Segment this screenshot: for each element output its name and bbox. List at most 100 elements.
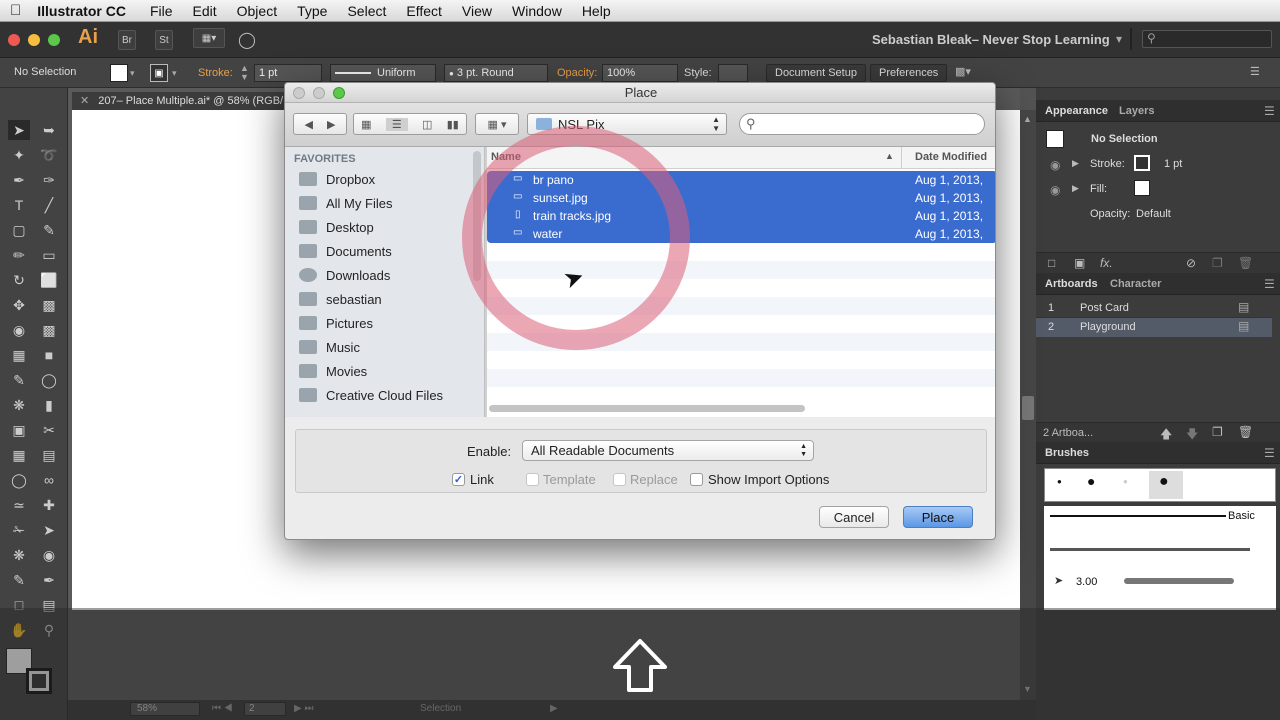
replace-label[interactable]: Replace: [630, 472, 678, 487]
scissors-tool-icon[interactable]: ✁: [8, 520, 30, 540]
stroke-chevron-icon[interactable]: ▾: [172, 68, 177, 79]
basic-brush-stroke[interactable]: [1050, 515, 1226, 517]
dialog-close-button[interactable]: [293, 87, 305, 99]
curvature-tool-icon[interactable]: ✑: [38, 170, 60, 190]
panel-menu-icon[interactable]: ☰: [1264, 104, 1275, 118]
enable-format-select[interactable]: All Readable Documents ▲ ▼: [522, 440, 814, 461]
coverflow-view-icon[interactable]: ▮▮: [447, 118, 459, 131]
workspace-switcher[interactable]: Sebastian Bleak– Never Stop Learning: [872, 32, 1110, 47]
add-effect-icon[interactable]: fx.: [1100, 256, 1113, 270]
sidebar-item-downloads[interactable]: Downloads: [299, 263, 390, 287]
width-tool-icon[interactable]: ✥: [8, 295, 30, 315]
sidebar-item-sebastian[interactable]: sebastian: [299, 287, 382, 311]
fill-swatch[interactable]: [110, 64, 128, 82]
knife-tool-icon[interactable]: ✎: [8, 570, 30, 590]
delete-item-icon[interactable]: 🗑: [1238, 256, 1253, 270]
appearance-fill-label[interactable]: Fill:: [1090, 183, 1107, 195]
warp-tool-icon[interactable]: ❋: [8, 545, 30, 565]
artboard-tool-icon[interactable]: ▣: [8, 420, 30, 440]
ellipse-tool-icon[interactable]: ◯: [8, 470, 30, 490]
finder-search-input[interactable]: ⚲: [739, 113, 985, 135]
cancel-button[interactable]: Cancel: [819, 506, 889, 528]
panel-menu-icon[interactable]: ☰: [1264, 277, 1275, 291]
delete-artboard-icon[interactable]: 🗑: [1238, 425, 1253, 439]
magic-wand-tool-icon[interactable]: ✦: [8, 145, 30, 165]
opacity-field[interactable]: 100%: [602, 64, 678, 82]
artboard-options-icon[interactable]: ▤: [1238, 319, 1249, 333]
workspace-chevron-icon[interactable]: ▾: [1116, 32, 1122, 46]
scale-tool-icon[interactable]: ⬜: [38, 270, 60, 290]
sort-ascending-icon[interactable]: ▲: [885, 151, 894, 161]
horizontal-scrollbar[interactable]: [489, 405, 805, 412]
shape-builder-tool-icon[interactable]: ◉: [8, 320, 30, 340]
menu-effect[interactable]: Effect: [396, 3, 452, 19]
visibility-eye-icon[interactable]: ◉: [1050, 183, 1060, 197]
template-label[interactable]: Template: [543, 472, 596, 487]
menu-edit[interactable]: Edit: [183, 3, 227, 19]
paintbrush-tool-icon[interactable]: ✎: [38, 220, 60, 240]
help-search-input[interactable]: ⚲: [1142, 30, 1272, 48]
appearance-opacity-label[interactable]: Opacity:: [1090, 208, 1130, 220]
clear-appearance-icon[interactable]: ⊘: [1186, 256, 1196, 270]
sidebar-item-music[interactable]: Music: [299, 335, 360, 359]
ruler-tool-icon[interactable]: ▤: [38, 445, 60, 465]
brush-dot-large-icon[interactable]: ●: [1159, 473, 1169, 491]
preferences-button[interactable]: Preferences: [870, 64, 948, 82]
column-graph-tool-icon[interactable]: ▮: [38, 395, 60, 415]
opacity-label[interactable]: Opacity:: [557, 67, 597, 79]
artboard-options-icon[interactable]: ▤: [1238, 300, 1249, 314]
close-window-button[interactable]: [8, 34, 20, 46]
arrange-button[interactable]: ▦ ▾: [475, 113, 519, 135]
sidebar-item-desktop[interactable]: Desktop: [299, 215, 374, 239]
apple-icon[interactable]: : [0, 2, 31, 19]
column-view-icon[interactable]: ◫: [422, 118, 432, 131]
type-tool-icon[interactable]: T: [8, 195, 30, 215]
column-date-header[interactable]: Date Modified: [915, 151, 987, 163]
stroke-weight-field[interactable]: 1 pt: [254, 64, 322, 82]
show-import-options-checkbox[interactable]: [690, 473, 703, 486]
appearance-fill-swatch[interactable]: [1134, 180, 1150, 196]
sidebar-item-all-my-files[interactable]: All My Files: [299, 191, 392, 215]
smooth-tool-icon[interactable]: ≃: [8, 495, 30, 515]
mesh-tool-icon[interactable]: ▦: [8, 345, 30, 365]
dialog-zoom-button[interactable]: [333, 87, 345, 99]
document-tab[interactable]: ✕ 207– Place Multiple.ai* @ 58% (RGB/...: [72, 92, 312, 110]
reshape-tool-icon[interactable]: ➤: [38, 520, 60, 540]
slice-tool-icon[interactable]: ✂: [38, 420, 60, 440]
brush-dot-small-icon[interactable]: ●: [1057, 477, 1062, 486]
free-transform-tool-icon[interactable]: ▩: [38, 295, 60, 315]
menu-window[interactable]: Window: [502, 3, 572, 19]
add-fill-icon[interactable]: ▣: [1074, 256, 1085, 270]
brush-dot-faint-icon[interactable]: ●: [1123, 477, 1128, 486]
appearance-stroke-label[interactable]: Stroke:: [1090, 158, 1125, 170]
direct-selection-tool-icon[interactable]: ➥: [38, 120, 60, 140]
blend-tool-icon[interactable]: ◯: [38, 370, 60, 390]
stock-button[interactable]: St: [155, 30, 173, 50]
artboard-row[interactable]: 2 Playground ▤: [1036, 318, 1272, 337]
sidebar-item-documents[interactable]: Documents: [299, 239, 392, 263]
new-artboard-icon[interactable]: ❐: [1212, 425, 1223, 439]
replace-checkbox[interactable]: [613, 473, 626, 486]
live-paint-tool-icon[interactable]: ▩: [38, 320, 60, 340]
place-button[interactable]: Place: [903, 506, 973, 528]
rectangle-tool-icon[interactable]: ▢: [8, 220, 30, 240]
back-arrow-icon[interactable]: ◀: [305, 118, 313, 131]
pen-tool-icon[interactable]: ✒: [8, 170, 30, 190]
grid-tool-icon[interactable]: ▦: [8, 445, 30, 465]
tab-artboards[interactable]: Artboards: [1045, 278, 1098, 290]
template-checkbox[interactable]: [526, 473, 539, 486]
menu-view[interactable]: View: [452, 3, 502, 19]
tapered-brush-stroke[interactable]: [1124, 578, 1234, 584]
pencil-tool-icon[interactable]: ✏: [8, 245, 30, 265]
stroke-swatch[interactable]: ▣: [150, 64, 168, 82]
brush-definition-dropdown[interactable]: ● 3 pt. Round: [444, 64, 548, 82]
close-tab-icon[interactable]: ✕: [80, 95, 89, 107]
symbol-sprayer-tool-icon[interactable]: ❋: [8, 395, 30, 415]
stroke-label[interactable]: Stroke:: [198, 67, 233, 79]
link-label[interactable]: Link: [470, 472, 494, 487]
lasso-tool-icon[interactable]: ➰: [38, 145, 60, 165]
sidebar-item-movies[interactable]: Movies: [299, 359, 367, 383]
menu-type[interactable]: Type: [287, 3, 337, 19]
dialog-minimize-button[interactable]: [313, 87, 325, 99]
line-tool-icon[interactable]: ╱: [38, 195, 60, 215]
